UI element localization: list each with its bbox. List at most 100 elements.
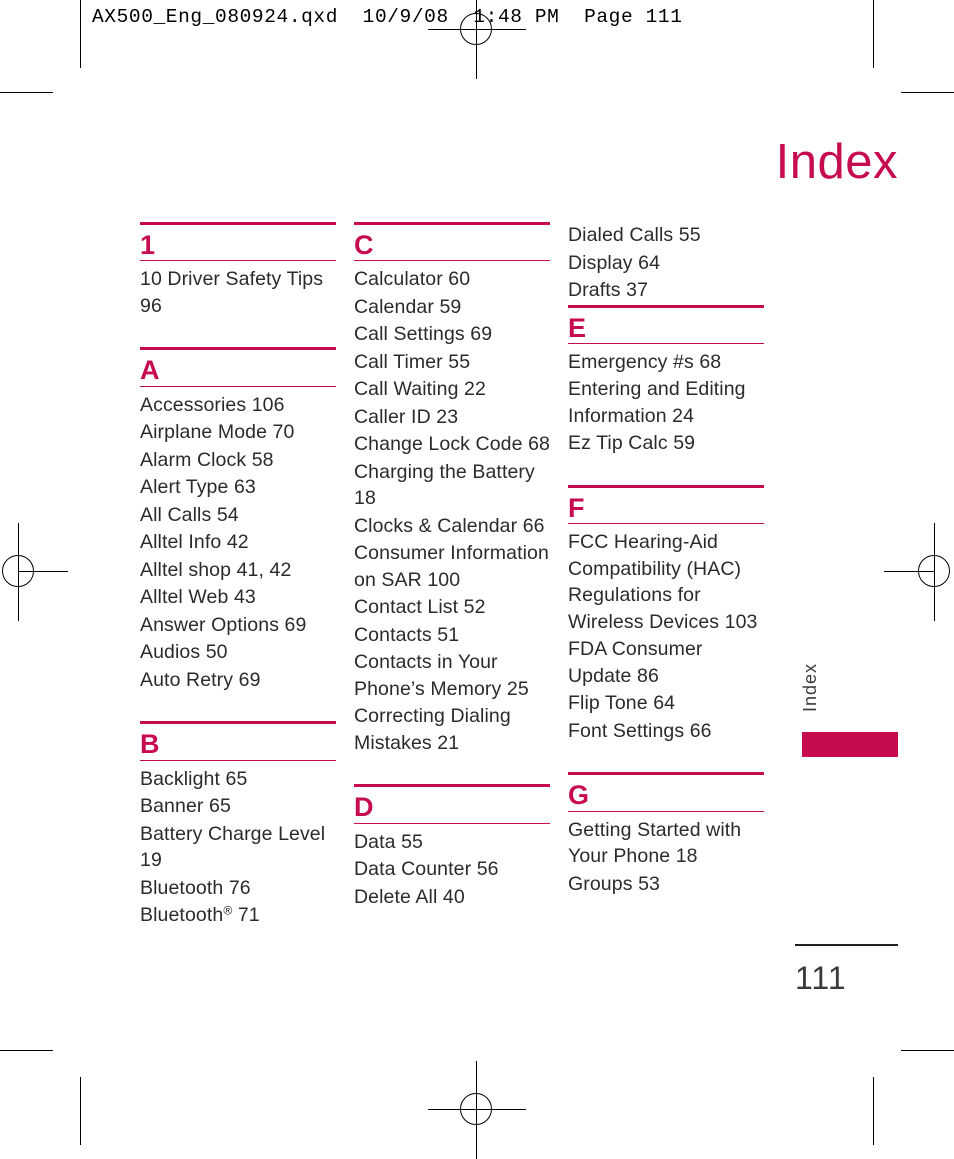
index-entry: Alltel Web 43 [140, 586, 256, 609]
index-columns: 1 10 Driver Safety Tips 96 A Accessories 10… [140, 222, 800, 930]
crop-mark-bottom-left-vertical [80, 1077, 81, 1145]
section-letter: C [354, 230, 374, 260]
section-rule-bottom [568, 342, 764, 344]
index-entry: Accessories 106 [140, 393, 285, 416]
section-letter: B [140, 729, 160, 760]
section-rule-bottom [568, 810, 764, 812]
section-rule-top [568, 304, 764, 308]
section-rule-bottom [140, 260, 336, 262]
index-entry: Call Settings 69 [354, 323, 493, 346]
section-rule-top [568, 484, 764, 488]
index-entry: Call Waiting 22 [354, 378, 486, 401]
crop-mark-top-right-horizontal [901, 92, 954, 93]
index-entry: Caller ID 23 [354, 405, 459, 428]
index-entry: Answer Options 69 [140, 613, 307, 636]
registration-mark-top [428, 0, 526, 79]
index-entry: Drafts 37 [568, 279, 649, 301]
index-entry-group: Emergency #s 68 Entering and Editing Info… [568, 349, 764, 457]
index-section-f: F FCC Hearing-Aid Compatibility (HAC) Reg… [568, 484, 764, 744]
index-entry: Font Settings 66 [568, 719, 712, 742]
index-entry: Charging the Battery 18 [354, 460, 535, 510]
index-entry: FDA Consumer Update 86 [568, 638, 703, 687]
index-entry: Auto Retry 69 [140, 668, 261, 691]
index-entry: Getting Started with Your Phone 18 [568, 818, 742, 868]
registration-mark-left [0, 523, 68, 621]
index-entry: Bluetooth 76 [140, 876, 251, 899]
index-section-a: A Accessories 106 Airplane Mode 70 Alarm Cl… [140, 347, 336, 693]
section-rule-bottom [354, 260, 550, 262]
section-letter: E [568, 312, 587, 343]
index-entry: Banner 65 [140, 795, 231, 818]
section-letter: D [354, 792, 374, 823]
index-entry: Ez Tip Calc 59 [568, 432, 696, 455]
index-entry: Groups 53 [568, 872, 660, 895]
section-rule-top [354, 784, 550, 788]
index-entry: Calendar 59 [354, 295, 462, 318]
index-entry: Consumer Information on SAR 100 [354, 542, 549, 591]
index-entry: Backlight 65 [140, 767, 248, 790]
crop-mark-bottom-right-vertical [873, 1077, 874, 1145]
index-entry: Correcting Dialing Mistakes 21 [354, 705, 511, 754]
index-entry-group-continued: Dialed Calls 55 Display 64 Drafts 37 [568, 222, 764, 304]
index-entry: Clocks & Calendar 66 [354, 514, 545, 537]
crop-mark-top-right-vertical [873, 0, 874, 68]
index-entry: Flip Tone 64 [568, 692, 676, 715]
index-entry: Battery Charge Level 19 [140, 822, 326, 872]
index-entry: Bluetooth® 71 [140, 903, 260, 927]
index-entry: Data Counter 56 [354, 858, 499, 881]
crop-mark-bottom-right-horizontal [901, 1050, 954, 1051]
index-entry: Emergency #s 68 [568, 350, 722, 373]
index-entry: Display 64 [568, 251, 661, 274]
index-section-b: B Backlight 65 Banner 65 Battery Charge Lev… [140, 721, 336, 928]
section-letter: 1 [140, 230, 156, 260]
section-rule-bottom [354, 822, 550, 824]
index-section-g: G Getting Started with Your Phone 18 Group… [568, 772, 764, 897]
index-entry-group: Data 55 Data Counter 56 Delete All 40 [354, 829, 550, 911]
index-entry: Airplane Mode 70 [140, 421, 295, 444]
index-section-e: E Emergency #s 68 Entering and Editing Inf… [568, 304, 764, 457]
index-entry-group: Backlight 65 Banner 65 Battery Charge Leve… [140, 766, 336, 929]
index-entry: FCC Hearing-Aid Compatibility (HAC) Regu… [568, 531, 758, 633]
page-number: 111 [795, 960, 847, 996]
section-rule-top [354, 222, 550, 225]
section-rule-top [140, 222, 336, 225]
index-entry: Entering and Editing Information 24 [568, 378, 746, 427]
index-section-1: 1 10 Driver Safety Tips 96 [140, 222, 336, 319]
index-entry-group: FCC Hearing-Aid Compatibility (HAC) Regu… [568, 529, 764, 744]
index-entry: Contact List 52 [354, 596, 486, 619]
registered-trademark-symbol: ® [223, 903, 233, 918]
index-entry-group: Getting Started with Your Phone 18 Groups… [568, 817, 764, 898]
section-letter: G [568, 780, 590, 811]
section-letter: F [568, 492, 585, 523]
side-tab-block [802, 732, 898, 757]
index-entry: Alarm Clock 58 [140, 448, 274, 471]
crop-mark-top-left-horizontal [0, 92, 53, 93]
page-title: Index [775, 135, 898, 189]
index-entry: Contacts in Your Phone’s Memory 25 [354, 651, 529, 700]
index-entry: 10 Driver Safety Tips 96 [140, 268, 324, 317]
index-entry-group: Accessories 106 Airplane Mode 70 Alarm Clo… [140, 392, 336, 694]
section-letter: A [140, 355, 160, 386]
section-rule-top [568, 772, 764, 776]
index-entry: Contacts 51 [354, 623, 460, 646]
section-rule-top [140, 347, 336, 351]
section-rule-top [140, 721, 336, 725]
index-entry: Dialed Calls 55 [568, 224, 701, 246]
index-entry: All Calls 54 [140, 503, 239, 526]
proof-header-text: AX500_Eng_080924.qxd 10/9/08 1:48 PM Pag… [92, 6, 683, 28]
index-entry: Delete All 40 [354, 885, 465, 908]
index-entry: Calculator 60 [354, 268, 471, 291]
column-2: C Calculator 60 Calendar 59 Call Settings 6… [354, 222, 550, 930]
section-rule-bottom [140, 759, 336, 761]
index-entry: Alert Type 63 [140, 476, 256, 499]
crop-mark-bottom-left-horizontal [0, 1050, 53, 1051]
index-entry: Alltel shop 41, 42 [140, 558, 292, 581]
crop-mark-top-left-vertical [80, 0, 81, 68]
index-entry: Alltel Info 42 [140, 531, 249, 554]
registration-mark-right [884, 523, 954, 621]
column-3: Dialed Calls 55 Display 64 Drafts 37 E Emerg… [568, 222, 764, 930]
registration-mark-bottom [428, 1061, 526, 1159]
index-entry: Audios 50 [140, 641, 228, 664]
index-entry: Call Timer 55 [354, 350, 471, 373]
index-section-d: D Data 55 Data Counter 56 Delete All 40 [354, 784, 550, 910]
